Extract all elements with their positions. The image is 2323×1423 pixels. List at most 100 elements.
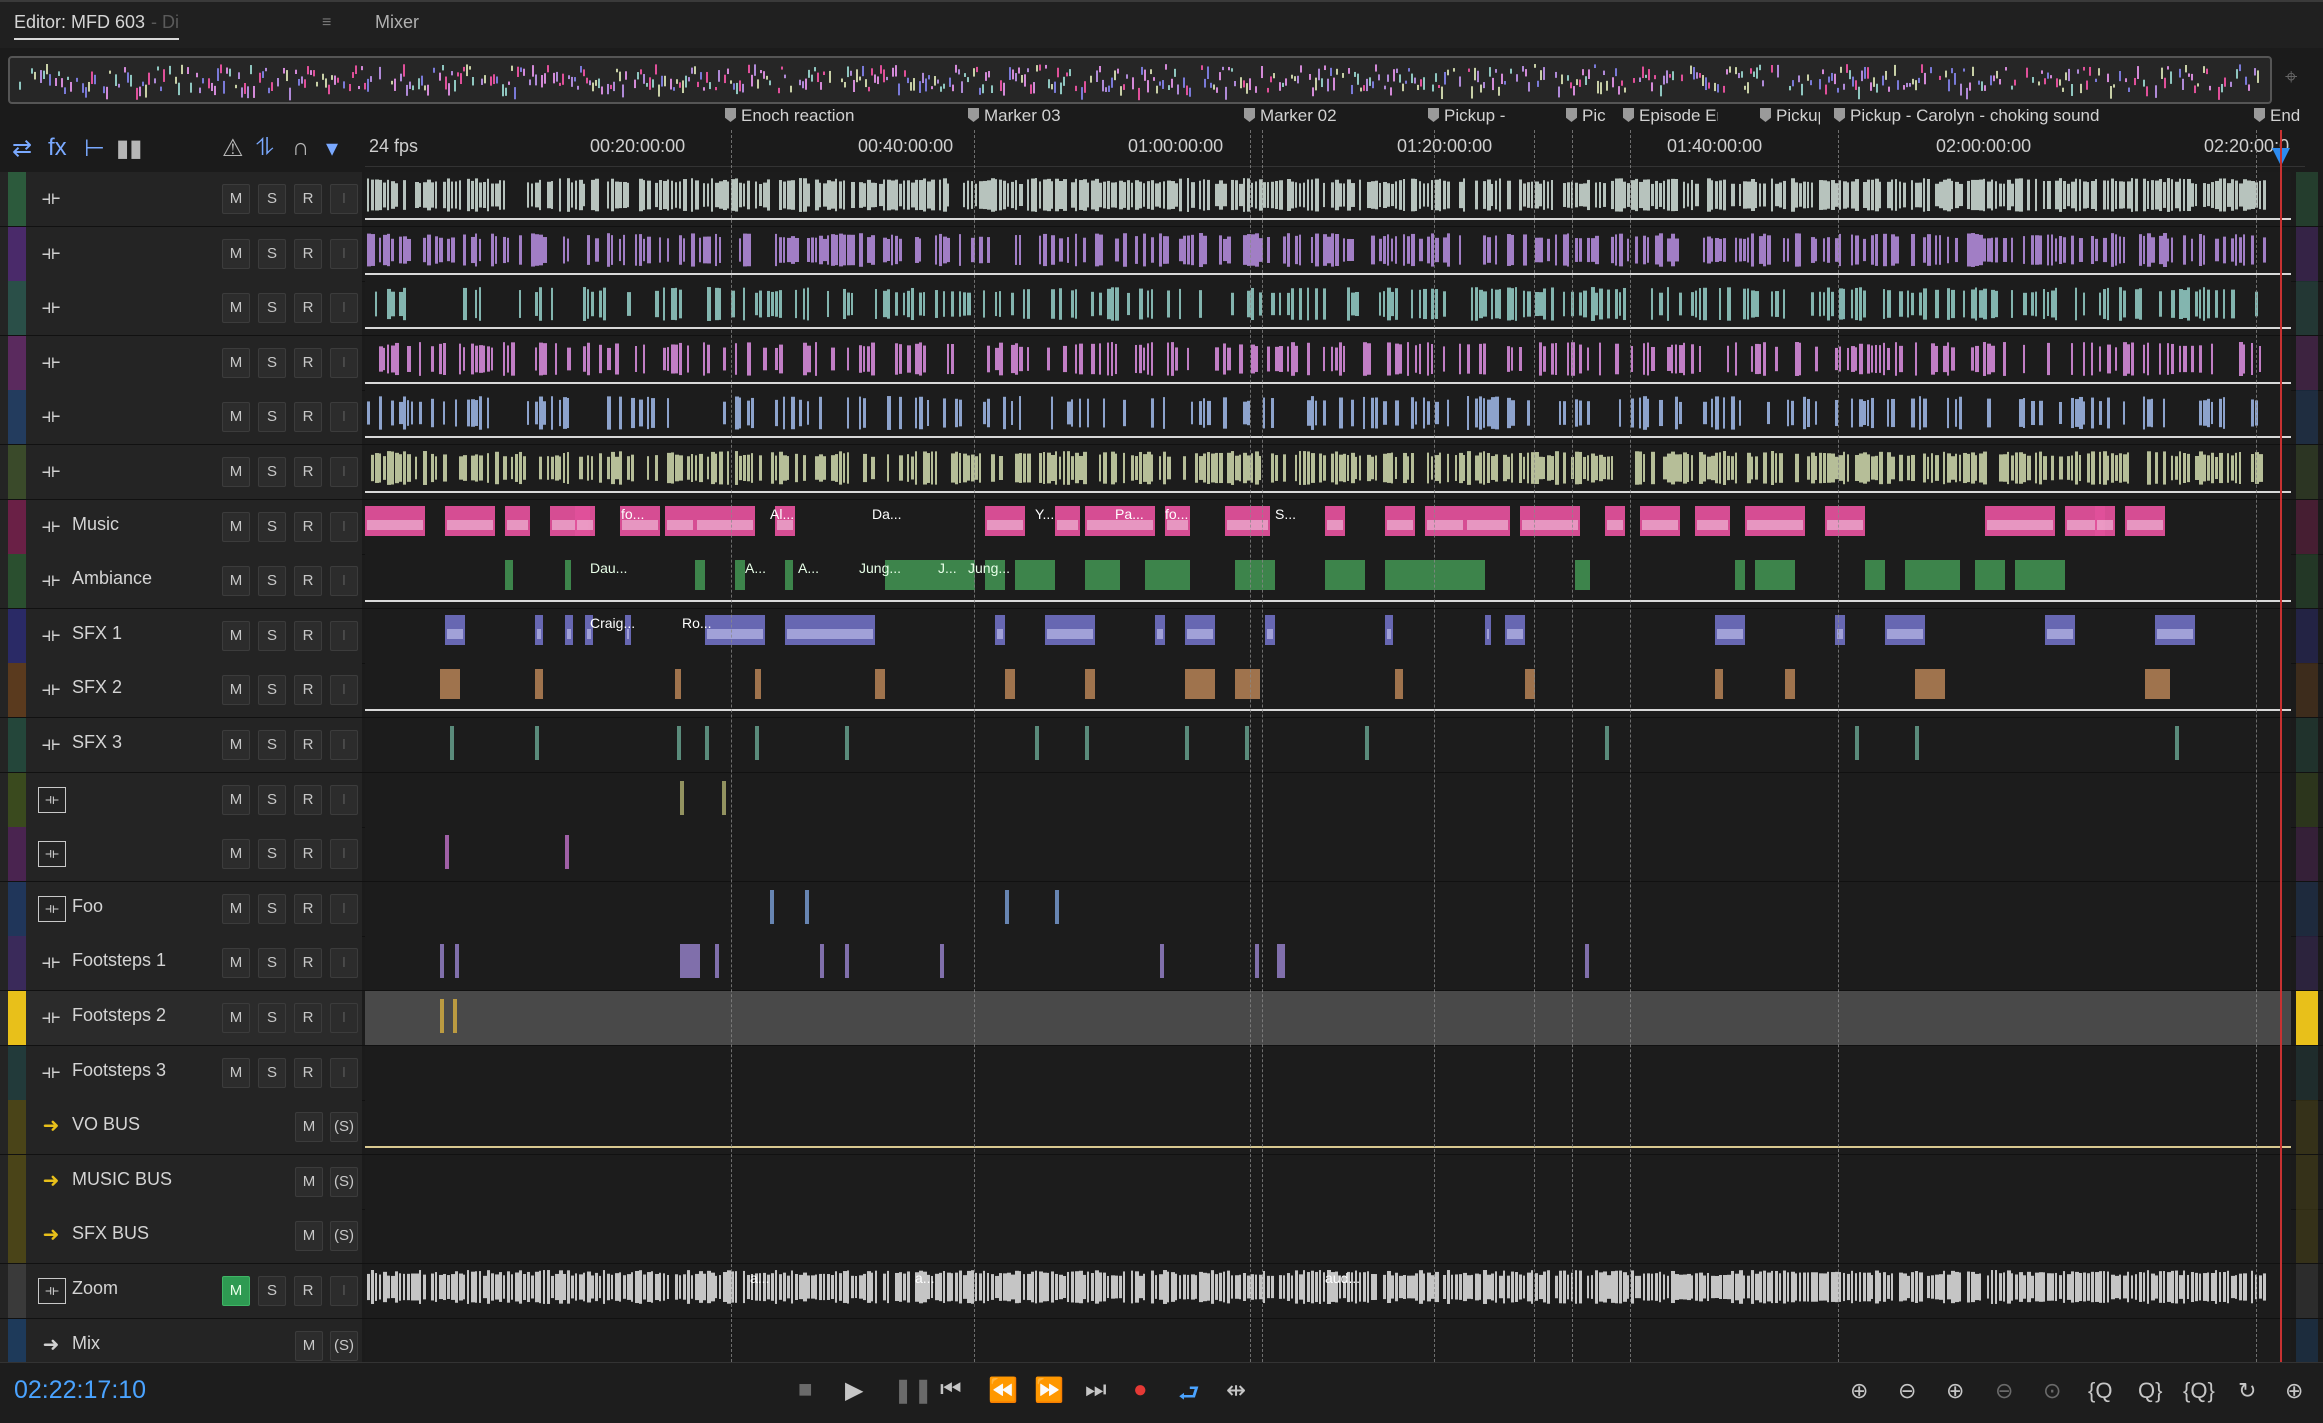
track-lane[interactable]: a... a... aud... <box>365 1264 2291 1318</box>
solo-button[interactable]: S <box>258 239 286 269</box>
zoom-out-amplitude-icon[interactable]: ⊖ <box>1898 1378 1916 1404</box>
go-to-end-icon[interactable]: ⏭ <box>1085 1376 1107 1404</box>
track-lane[interactable] <box>365 445 2291 499</box>
track-row[interactable]: ⟛ M S R I <box>0 445 2323 500</box>
track-lane[interactable] <box>365 336 2291 390</box>
track-lane[interactable] <box>365 827 2291 881</box>
solo-button[interactable]: S <box>258 730 286 760</box>
record-arm-button[interactable]: R <box>294 948 322 978</box>
track-row[interactable]: ⟛ Music M S R Ifo... Al... Da... Y... Pa... fo... S… <box>0 500 2323 555</box>
track-row[interactable]: ⟛ M S R I <box>0 227 2323 282</box>
solo-safe-button[interactable]: (S) <box>330 1221 358 1251</box>
track-row[interactable]: ⟛ Footsteps 2 MSRI <box>0 991 2323 1046</box>
mute-button[interactable]: M <box>222 1276 250 1306</box>
track-row[interactable]: ⟛ Footsteps 3 MSRI <box>0 1046 2323 1101</box>
record-arm-button[interactable]: R <box>294 1276 322 1306</box>
track-name[interactable]: Foo <box>72 896 103 917</box>
marker-5[interactable]: Pick <box>1566 106 1606 126</box>
record-arm-button[interactable]: R <box>294 457 322 487</box>
input-monitor-button[interactable]: I <box>330 948 358 978</box>
track-name[interactable]: Footsteps 1 <box>72 950 166 971</box>
record-arm-button[interactable]: R <box>294 239 322 269</box>
input-monitor-button[interactable]: I <box>330 675 358 705</box>
zoom-tracks-icon[interactable]: ⊕ <box>2285 1378 2303 1404</box>
record-arm-button[interactable]: R <box>294 512 322 542</box>
zoom-in-point-icon[interactable]: {Q <box>2088 1378 2112 1404</box>
record-arm-button[interactable]: R <box>294 730 322 760</box>
track-row[interactable]: ➜ VO BUS M (S) <box>0 1100 2323 1155</box>
track-name[interactable]: SFX 3 <box>72 732 122 753</box>
track-lane[interactable] <box>365 1209 2291 1263</box>
input-monitor-button[interactable]: I <box>330 730 358 760</box>
panel-menu-icon[interactable]: ≡ <box>322 14 331 32</box>
track-row[interactable]: ⟛ Foo M S R I <box>0 882 2323 937</box>
record-arm-button[interactable]: R <box>294 1003 322 1033</box>
mute-button[interactable]: M <box>222 730 250 760</box>
track-row[interactable]: ⟛ M S R I <box>0 773 2323 828</box>
track-lane[interactable] <box>365 390 2291 444</box>
record-arm-button[interactable]: R <box>294 184 322 214</box>
track-name[interactable]: Ambiance <box>72 568 152 589</box>
solo-button[interactable]: S <box>258 1058 286 1088</box>
pause-icon[interactable]: ❚❚ <box>893 1376 933 1405</box>
input-monitor-button[interactable]: I <box>330 1276 358 1306</box>
loop-icon[interactable]: ⮐ <box>1178 1376 1200 1417</box>
mute-button[interactable]: M <box>295 1112 323 1142</box>
track-lane[interactable] <box>365 281 2291 335</box>
track-row[interactable]: ⟛ SFX 2 MSRI <box>0 663 2323 718</box>
mute-button[interactable]: M <box>222 348 250 378</box>
track-row[interactable]: ⟛ M S R I <box>0 390 2323 445</box>
track-lane[interactable]: Dau... A... A... Jung... J... Jung... <box>365 554 2291 608</box>
mute-button[interactable]: M <box>295 1331 323 1361</box>
solo-button[interactable]: S <box>258 839 286 869</box>
mute-button[interactable]: M <box>222 566 250 596</box>
track-lane[interactable] <box>365 663 2291 717</box>
skip-selection-icon[interactable]: ⇹ <box>1226 1376 1246 1405</box>
track-row[interactable]: ⟛ M S R I <box>0 172 2323 227</box>
mute-button[interactable]: M <box>222 402 250 432</box>
track-lane[interactable]: fo... Al... Da... Y... Pa... fo... S... <box>365 500 2291 554</box>
track-lane[interactable] <box>365 991 2291 1045</box>
mute-button[interactable]: M <box>222 894 250 924</box>
input-monitor-button[interactable]: I <box>330 293 358 323</box>
marker-3[interactable]: Marker 02 <box>1244 106 1337 126</box>
record-arm-button[interactable]: R <box>294 1058 322 1088</box>
input-monitor-button[interactable]: I <box>330 894 358 924</box>
record-arm-button[interactable]: R <box>294 621 322 651</box>
record-arm-button[interactable]: R <box>294 566 322 596</box>
track-name[interactable]: Music <box>72 514 119 535</box>
track-row[interactable]: ➜ MUSIC BUS M (S) <box>0 1155 2323 1210</box>
mute-button[interactable]: M <box>222 1003 250 1033</box>
solo-button[interactable]: S <box>258 348 286 378</box>
input-monitor-button[interactable]: I <box>330 348 358 378</box>
track-name[interactable]: VO BUS <box>72 1114 140 1135</box>
solo-button[interactable]: S <box>258 948 286 978</box>
track-name[interactable]: MUSIC BUS <box>72 1169 172 1190</box>
track-lane[interactable] <box>365 936 2291 990</box>
solo-safe-button[interactable]: (S) <box>330 1167 358 1197</box>
marker-4[interactable]: Pickup - C <box>1428 106 1508 126</box>
tab-mixer[interactable]: Mixer <box>375 12 419 33</box>
track-row[interactable]: ⟛ Ambiance M S R I Dau... A... A... Jung... J... Ju… <box>0 554 2323 609</box>
track-lane[interactable] <box>365 882 2291 936</box>
track-row[interactable]: ⟛ SFX 3 MSRI <box>0 718 2323 773</box>
track-row[interactable]: ⟛ M S R I <box>0 336 2323 391</box>
input-monitor-button[interactable]: I <box>330 184 358 214</box>
track-name[interactable]: SFX 1 <box>72 623 122 644</box>
solo-button[interactable]: S <box>258 566 286 596</box>
record-icon[interactable]: ● <box>1133 1376 1148 1404</box>
solo-button[interactable]: S <box>258 512 286 542</box>
record-arm-button[interactable]: R <box>294 839 322 869</box>
marker-9[interactable]: End <box>2254 106 2300 126</box>
marker-pin-icon[interactable]: ▾ <box>326 134 338 163</box>
input-monitor-button[interactable]: I <box>330 1003 358 1033</box>
solo-button[interactable]: S <box>258 402 286 432</box>
mute-button[interactable]: M <box>222 839 250 869</box>
input-monitor-button[interactable]: I <box>330 512 358 542</box>
marker-1[interactable]: Enoch reaction <box>725 106 854 126</box>
track-lane[interactable] <box>365 172 2291 226</box>
mute-button[interactable]: M <box>222 512 250 542</box>
record-arm-button[interactable]: R <box>294 402 322 432</box>
rewind-icon[interactable]: ⏪ <box>988 1376 1018 1405</box>
input-monitor-button[interactable]: I <box>330 239 358 269</box>
